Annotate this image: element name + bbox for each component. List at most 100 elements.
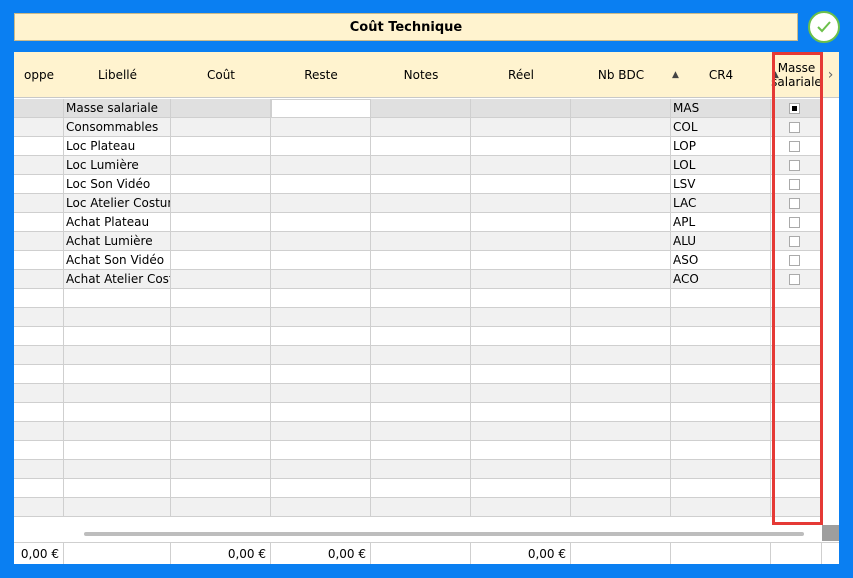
table-cell[interactable] xyxy=(271,194,371,213)
table-cell[interactable] xyxy=(471,346,571,365)
table-cell[interactable] xyxy=(271,270,371,289)
table-cell[interactable] xyxy=(571,251,671,270)
table-row[interactable] xyxy=(14,479,822,498)
table-cell[interactable] xyxy=(14,460,64,479)
table-cell[interactable] xyxy=(571,213,671,232)
table-row[interactable]: Achat Son Vidéo ASO xyxy=(14,251,822,270)
table-cell[interactable] xyxy=(471,194,571,213)
table-cell[interactable] xyxy=(371,365,471,384)
table-cell[interactable] xyxy=(14,270,64,289)
table-cell[interactable] xyxy=(571,365,671,384)
table-cell[interactable] xyxy=(671,308,771,327)
table-cell[interactable] xyxy=(64,308,171,327)
table-cell[interactable] xyxy=(471,384,571,403)
cell-libelle[interactable]: Loc Lumière xyxy=(64,156,171,175)
table-cell[interactable] xyxy=(171,251,271,270)
cell-libelle[interactable]: Loc Atelier Costume xyxy=(64,194,171,213)
table-cell[interactable] xyxy=(671,384,771,403)
table-cell[interactable] xyxy=(171,99,271,118)
table-cell[interactable] xyxy=(171,384,271,403)
table-row[interactable]: Achat Lumière ALU xyxy=(14,232,822,251)
table-cell[interactable] xyxy=(14,194,64,213)
table-cell[interactable] xyxy=(271,365,371,384)
cell-masse-salariale[interactable] xyxy=(771,270,822,289)
table-cell[interactable] xyxy=(271,403,371,422)
table-cell[interactable] xyxy=(571,194,671,213)
table-cell[interactable] xyxy=(571,308,671,327)
table-cell[interactable] xyxy=(171,194,271,213)
cell-cr4[interactable]: COL xyxy=(671,118,771,137)
table-cell[interactable] xyxy=(14,498,64,517)
table-cell[interactable] xyxy=(14,327,64,346)
table-cell[interactable] xyxy=(14,137,64,156)
table-cell[interactable] xyxy=(64,289,171,308)
table-cell[interactable] xyxy=(171,156,271,175)
table-cell[interactable] xyxy=(771,441,822,460)
table-cell[interactable] xyxy=(14,118,64,137)
table-cell[interactable] xyxy=(671,365,771,384)
masse-salariale-checkbox[interactable] xyxy=(789,122,800,133)
table-cell[interactable] xyxy=(14,479,64,498)
table-cell[interactable] xyxy=(271,479,371,498)
table-cell[interactable] xyxy=(771,346,822,365)
table-cell[interactable] xyxy=(271,175,371,194)
table-cell[interactable] xyxy=(371,270,471,289)
table-cell[interactable] xyxy=(271,99,371,118)
table-cell[interactable] xyxy=(271,251,371,270)
cell-masse-salariale[interactable] xyxy=(771,213,822,232)
cell-cr4[interactable]: MAS xyxy=(671,99,771,118)
table-cell[interactable] xyxy=(771,308,822,327)
table-cell[interactable] xyxy=(64,365,171,384)
table-cell[interactable] xyxy=(14,403,64,422)
table-cell[interactable] xyxy=(771,384,822,403)
table-row[interactable] xyxy=(14,289,822,308)
vertical-scrollbar[interactable] xyxy=(822,99,839,517)
table-cell[interactable] xyxy=(571,137,671,156)
cell-cr4[interactable]: LAC xyxy=(671,194,771,213)
table-cell[interactable] xyxy=(571,156,671,175)
table-cell[interactable] xyxy=(171,441,271,460)
cell-cr4[interactable]: ASO xyxy=(671,251,771,270)
cell-libelle[interactable]: Achat Atelier Costume xyxy=(64,270,171,289)
table-cell[interactable] xyxy=(671,346,771,365)
table-cell[interactable] xyxy=(571,270,671,289)
table-cell[interactable] xyxy=(171,460,271,479)
cell-libelle[interactable]: Loc Son Vidéo xyxy=(64,175,171,194)
table-cell[interactable] xyxy=(371,251,471,270)
table-cell[interactable] xyxy=(571,498,671,517)
cell-cr4[interactable]: LOL xyxy=(671,156,771,175)
table-cell[interactable] xyxy=(371,289,471,308)
table-cell[interactable] xyxy=(64,346,171,365)
table-row[interactable] xyxy=(14,365,822,384)
table-cell[interactable] xyxy=(771,498,822,517)
table-row[interactable]: Masse salariale MAS xyxy=(14,99,822,118)
table-cell[interactable] xyxy=(471,403,571,422)
table-cell[interactable] xyxy=(371,194,471,213)
table-cell[interactable] xyxy=(671,460,771,479)
table-cell[interactable] xyxy=(171,118,271,137)
masse-salariale-checkbox[interactable] xyxy=(789,141,800,152)
table-cell[interactable] xyxy=(271,213,371,232)
table-cell[interactable] xyxy=(471,99,571,118)
table-row[interactable]: Loc Son Vidéo LSV xyxy=(14,175,822,194)
table-cell[interactable] xyxy=(471,460,571,479)
table-cell[interactable] xyxy=(271,346,371,365)
table-cell[interactable] xyxy=(471,156,571,175)
cell-masse-salariale[interactable] xyxy=(771,137,822,156)
table-cell[interactable] xyxy=(371,99,471,118)
table-row[interactable] xyxy=(14,346,822,365)
table-cell[interactable] xyxy=(471,270,571,289)
cell-cr4[interactable]: ACO xyxy=(671,270,771,289)
table-cell[interactable] xyxy=(671,327,771,346)
table-row[interactable]: Achat Atelier Costume ACO xyxy=(14,270,822,289)
table-cell[interactable] xyxy=(371,346,471,365)
table-cell[interactable] xyxy=(571,384,671,403)
table-cell[interactable] xyxy=(271,441,371,460)
col-header-enveloppe[interactable]: oppe xyxy=(14,52,64,98)
table-cell[interactable] xyxy=(171,308,271,327)
table-cell[interactable] xyxy=(671,498,771,517)
table-cell[interactable] xyxy=(14,346,64,365)
table-cell[interactable] xyxy=(371,232,471,251)
cell-masse-salariale[interactable] xyxy=(771,99,822,118)
table-cell[interactable] xyxy=(371,137,471,156)
